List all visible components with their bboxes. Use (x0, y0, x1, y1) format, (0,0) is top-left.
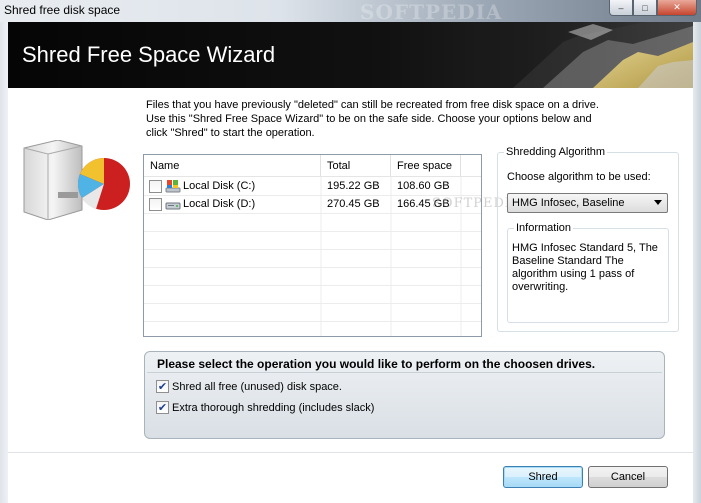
algorithm-selected-value: HMG Infosec, Baseline (512, 197, 625, 209)
intro-text: Files that you have previously "deleted"… (146, 99, 599, 139)
divider (147, 372, 662, 373)
column-header-name[interactable]: Name (144, 155, 321, 176)
wizard-banner: Shred Free Space Wizard (8, 22, 693, 88)
close-button[interactable]: ✕ (657, 0, 697, 16)
cancel-button[interactable]: Cancel (588, 466, 668, 488)
operation-panel: Please select the operation you would li… (144, 351, 665, 439)
wizard-heading: Shred Free Space Wizard (22, 42, 276, 67)
title-bar[interactable]: Shred free disk space SOFTPEDIA ‒ □ ✕ (0, 0, 701, 24)
information-label: Information (514, 222, 574, 234)
algorithm-info-text: HMG Infosec Standard 5, The Baseline Sta… (512, 242, 658, 293)
hard-disk-icon (165, 202, 181, 209)
minimize-button[interactable]: ‒ (609, 0, 633, 16)
shred-button[interactable]: Shred (503, 466, 583, 488)
window-title: Shred free disk space (4, 3, 121, 17)
drive-list[interactable]: Name Total Free space Local Disk (C:) 19… (143, 154, 482, 337)
window-frame-right (693, 22, 701, 503)
drive-c-checkbox[interactable] (149, 179, 162, 193)
extra-thorough-checkbox[interactable]: ✔ (156, 401, 169, 414)
drive-row-d[interactable]: Local Disk (D:) 270.45 GB 166.45 GB (144, 195, 481, 213)
drive-d-checkbox[interactable] (149, 197, 162, 211)
option-label: Shred all free (unused) disk space. (172, 380, 342, 393)
drive-list-header: Name Total Free space (144, 155, 481, 177)
minimize-icon: ‒ (618, 2, 624, 13)
extra-thorough-option[interactable]: ✔ Extra thorough shredding (includes sla… (156, 401, 374, 414)
folder-decoration-icon (473, 22, 693, 88)
information-group: Information HMG Infosec Standard 5, The … (507, 222, 669, 323)
shredding-algorithm-group: Shredding Algorithm Choose algorithm to … (497, 146, 679, 332)
maximize-button[interactable]: □ (633, 0, 657, 16)
drive-free-space: 108.60 GB (397, 180, 450, 192)
drive-name: Local Disk (D:) (183, 198, 256, 210)
shred-free-space-checkbox[interactable]: ✔ (156, 380, 169, 393)
drive-total: 270.45 GB (327, 198, 380, 210)
footer-divider (8, 452, 693, 453)
shred-free-space-option[interactable]: ✔ Shred all free (unused) disk space. (156, 380, 342, 393)
operation-title: Please select the operation you would li… (157, 357, 596, 371)
column-header-total[interactable]: Total (321, 155, 391, 176)
option-label: Extra thorough shredding (includes slack… (172, 401, 375, 414)
window-frame-left (0, 22, 8, 503)
close-icon: ✕ (673, 2, 681, 12)
chevron-down-icon (654, 200, 662, 205)
drive-row-c[interactable]: Local Disk (C:) 195.22 GB 108.60 GB (144, 177, 481, 195)
hard-drive-pie-icon (23, 140, 130, 220)
watermark: SOFTPEDIA (360, 0, 503, 24)
choose-algorithm-label: Choose algorithm to be used: (507, 171, 651, 183)
maximize-icon: □ (642, 2, 648, 13)
drive-name: Local Disk (C:) (183, 180, 256, 192)
shredding-algorithm-label: Shredding Algorithm (504, 146, 608, 158)
algorithm-select[interactable]: HMG Infosec, Baseline (507, 193, 668, 213)
system-drive-icon (165, 179, 181, 192)
column-header-free-space[interactable]: Free space (391, 155, 461, 176)
window-controls: ‒ □ ✕ (609, 0, 697, 16)
drive-total: 195.22 GB (327, 180, 380, 192)
